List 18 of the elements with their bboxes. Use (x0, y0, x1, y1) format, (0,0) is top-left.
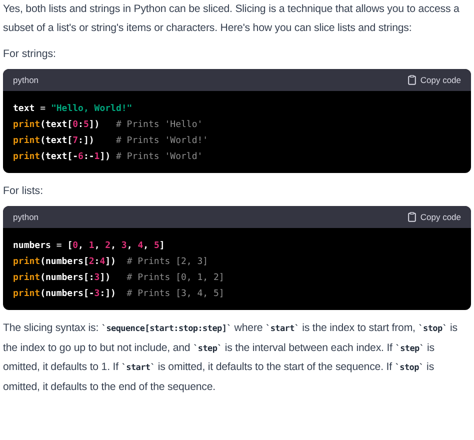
code-line: numbers = [0, 1, 2, 3, 4, 5] (13, 240, 165, 253)
code-line: print(numbers[-3:]) # Prints [3, 4, 5] (13, 288, 224, 301)
language-label: python (13, 212, 39, 222)
intro-paragraph: Yes, both lists and strings in Python can be sliced. Slicing is a technique that allows you to access a subset of a list's or string's items or characters. Here's how you can slice lists and strings: (3, 2, 460, 36)
language-label: python (13, 75, 39, 85)
clipboard-icon (408, 212, 416, 222)
copy-code-button[interactable]: Copy code (408, 75, 461, 85)
section-heading: For strings: (3, 47, 57, 62)
section-heading: For lists: (3, 184, 44, 199)
code-line: print(text[0:5]) # Prints 'Hello' (13, 118, 203, 132)
code-line: print(text[7:]) # Prints 'World!' (13, 134, 208, 148)
explanation-paragraph: The slicing syntax is: `sequence[start:stop:step]` where `start` is the index to start from, `stop` is the index to go up to but not include, and `step` is the interval between each index. If `step` is omitted, it defaults to 1. If `start` is omitted, it defaults to the start of the sequence. If `stop` is omitted, it defaults to the end of the sequence. (3, 321, 458, 394)
code-line: print(numbers[:3]) # Prints [0, 1, 2] (13, 272, 224, 285)
code-line: text = "Hello, World!" (13, 103, 132, 116)
code-line: print(text[-6:-1]) # Prints 'World' (13, 150, 203, 164)
copy-code-button[interactable]: Copy code (408, 212, 461, 222)
clipboard-icon (408, 75, 416, 85)
code-line: print(numbers[2:4]) # Prints [2, 3] (13, 256, 208, 269)
